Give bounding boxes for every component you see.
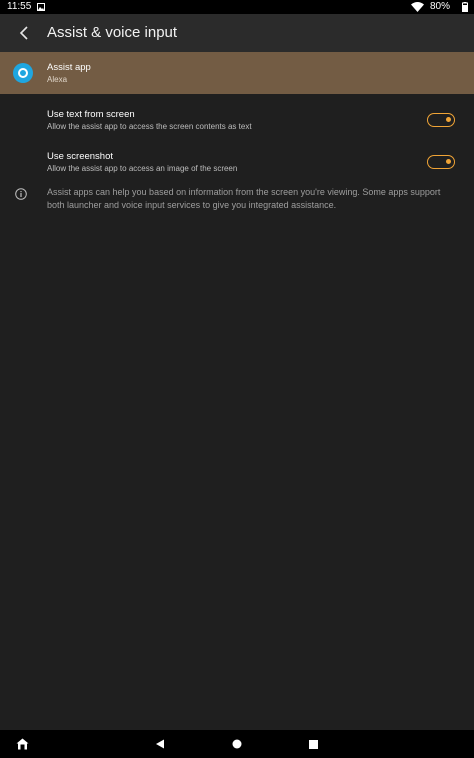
battery-icon [462,2,468,12]
info-icon [15,188,27,200]
wifi-icon [411,2,424,12]
toggle-knob [446,159,451,164]
status-time: 11:55 [7,1,32,12]
back-triangle-icon [156,739,164,749]
chevron-left-icon [19,26,28,40]
assist-app-row[interactable]: Assist app Alexa [0,52,474,94]
toolbar: Assist & voice input [0,14,474,52]
setting-subtitle: Allow the assist app to access the scree… [47,122,252,131]
setting-use-text-from-screen[interactable]: Use text from screen Allow the assist ap… [0,99,474,140]
setting-use-screenshot[interactable]: Use screenshot Allow the assist app to a… [0,141,474,182]
image-icon [37,3,45,11]
back-button[interactable] [9,18,39,48]
status-bar: 11:55 80% [0,0,474,14]
setting-title: Use text from screen [47,109,135,120]
info-text: Assist apps can help you based on inform… [47,187,441,210]
home-app-button[interactable] [10,730,34,758]
use-text-toggle[interactable] [427,113,455,127]
recents-square-icon [308,739,318,749]
nav-back-button[interactable] [150,730,170,758]
home-app-icon [16,738,28,750]
navigation-bar [0,730,474,758]
assist-app-title: Assist app [47,62,91,73]
alexa-icon [13,63,33,83]
setting-subtitle: Allow the assist app to access an image … [47,164,238,173]
use-screenshot-toggle[interactable] [427,155,455,169]
nav-home-button[interactable] [227,730,247,758]
screen: 11:55 80% Assist & voice input Assist ap… [0,0,474,758]
nav-recents-button[interactable] [303,730,323,758]
assist-app-value: Alexa [47,75,68,84]
battery-percentage: 80% [430,1,451,12]
toggle-knob [446,117,451,122]
home-circle-icon [232,739,242,749]
setting-title: Use screenshot [47,151,114,162]
page-title: Assist & voice input [47,24,178,41]
